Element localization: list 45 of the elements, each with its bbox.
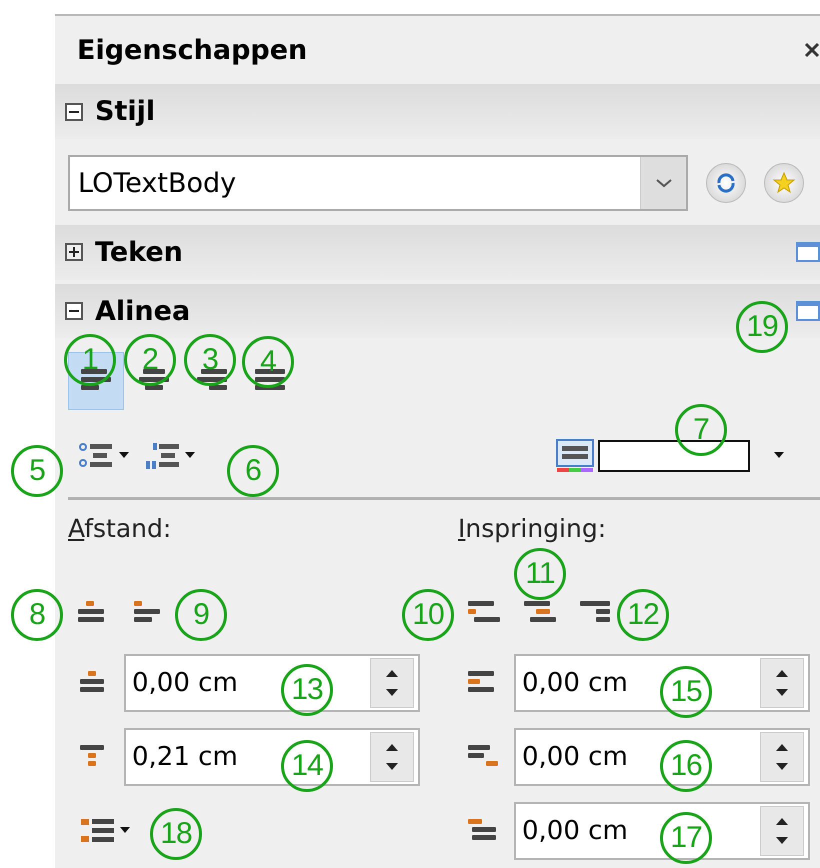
callout-number: 13: [281, 664, 333, 716]
caret-icon: [774, 452, 784, 460]
callout-number: 9: [175, 589, 227, 641]
callout-number: 19: [736, 301, 788, 353]
callout-number: 11: [514, 548, 566, 600]
spin-buttons[interactable]: [370, 658, 414, 708]
collapse-icon[interactable]: [65, 302, 83, 320]
style-dropdown[interactable]: LOTextBody: [68, 155, 688, 212]
more-options-button[interactable]: [796, 301, 820, 322]
callout-number: 5: [11, 445, 63, 497]
callout-number: 16: [660, 740, 712, 792]
background-color-icon[interactable]: [556, 438, 594, 473]
star-icon: [772, 171, 796, 196]
callout-number: 2: [124, 334, 176, 386]
spin-buttons[interactable]: [370, 732, 414, 782]
callout-number: 8: [11, 589, 63, 641]
spin-buttons[interactable]: [760, 732, 804, 782]
refresh-icon: [715, 172, 737, 194]
close-icon[interactable]: [804, 41, 820, 60]
spin-buttons[interactable]: [760, 806, 804, 856]
indent-label: Inspringing:: [458, 514, 608, 546]
callout-number: 17: [660, 812, 712, 864]
section-header[interactable]: Teken: [55, 225, 820, 280]
callout-number: 18: [150, 808, 202, 860]
callout-number: 7: [675, 404, 727, 456]
section-header[interactable]: Stijl: [55, 84, 820, 140]
caret-icon: [119, 452, 129, 460]
expand-icon[interactable]: [65, 243, 83, 262]
callout-number: 3: [184, 334, 236, 386]
callout-number: 15: [660, 666, 712, 718]
caret-icon: [120, 827, 130, 836]
collapse-icon[interactable]: [65, 102, 83, 121]
caret-icon: [185, 452, 195, 460]
panel-title: Eigenschappen: [77, 34, 308, 66]
callout-number: 1: [64, 334, 116, 386]
callout-number: 10: [402, 589, 454, 641]
spacing-label: Afstand:: [68, 514, 172, 546]
more-options-button[interactable]: [796, 242, 820, 262]
spin-buttons[interactable]: [760, 658, 804, 708]
callout-number: 6: [227, 445, 279, 497]
callout-number: 14: [281, 740, 333, 792]
color-swatch[interactable]: [598, 440, 750, 472]
refresh-style-button[interactable]: [706, 163, 746, 204]
chevron-icon: [654, 178, 672, 188]
callout-number: 12: [617, 589, 669, 641]
